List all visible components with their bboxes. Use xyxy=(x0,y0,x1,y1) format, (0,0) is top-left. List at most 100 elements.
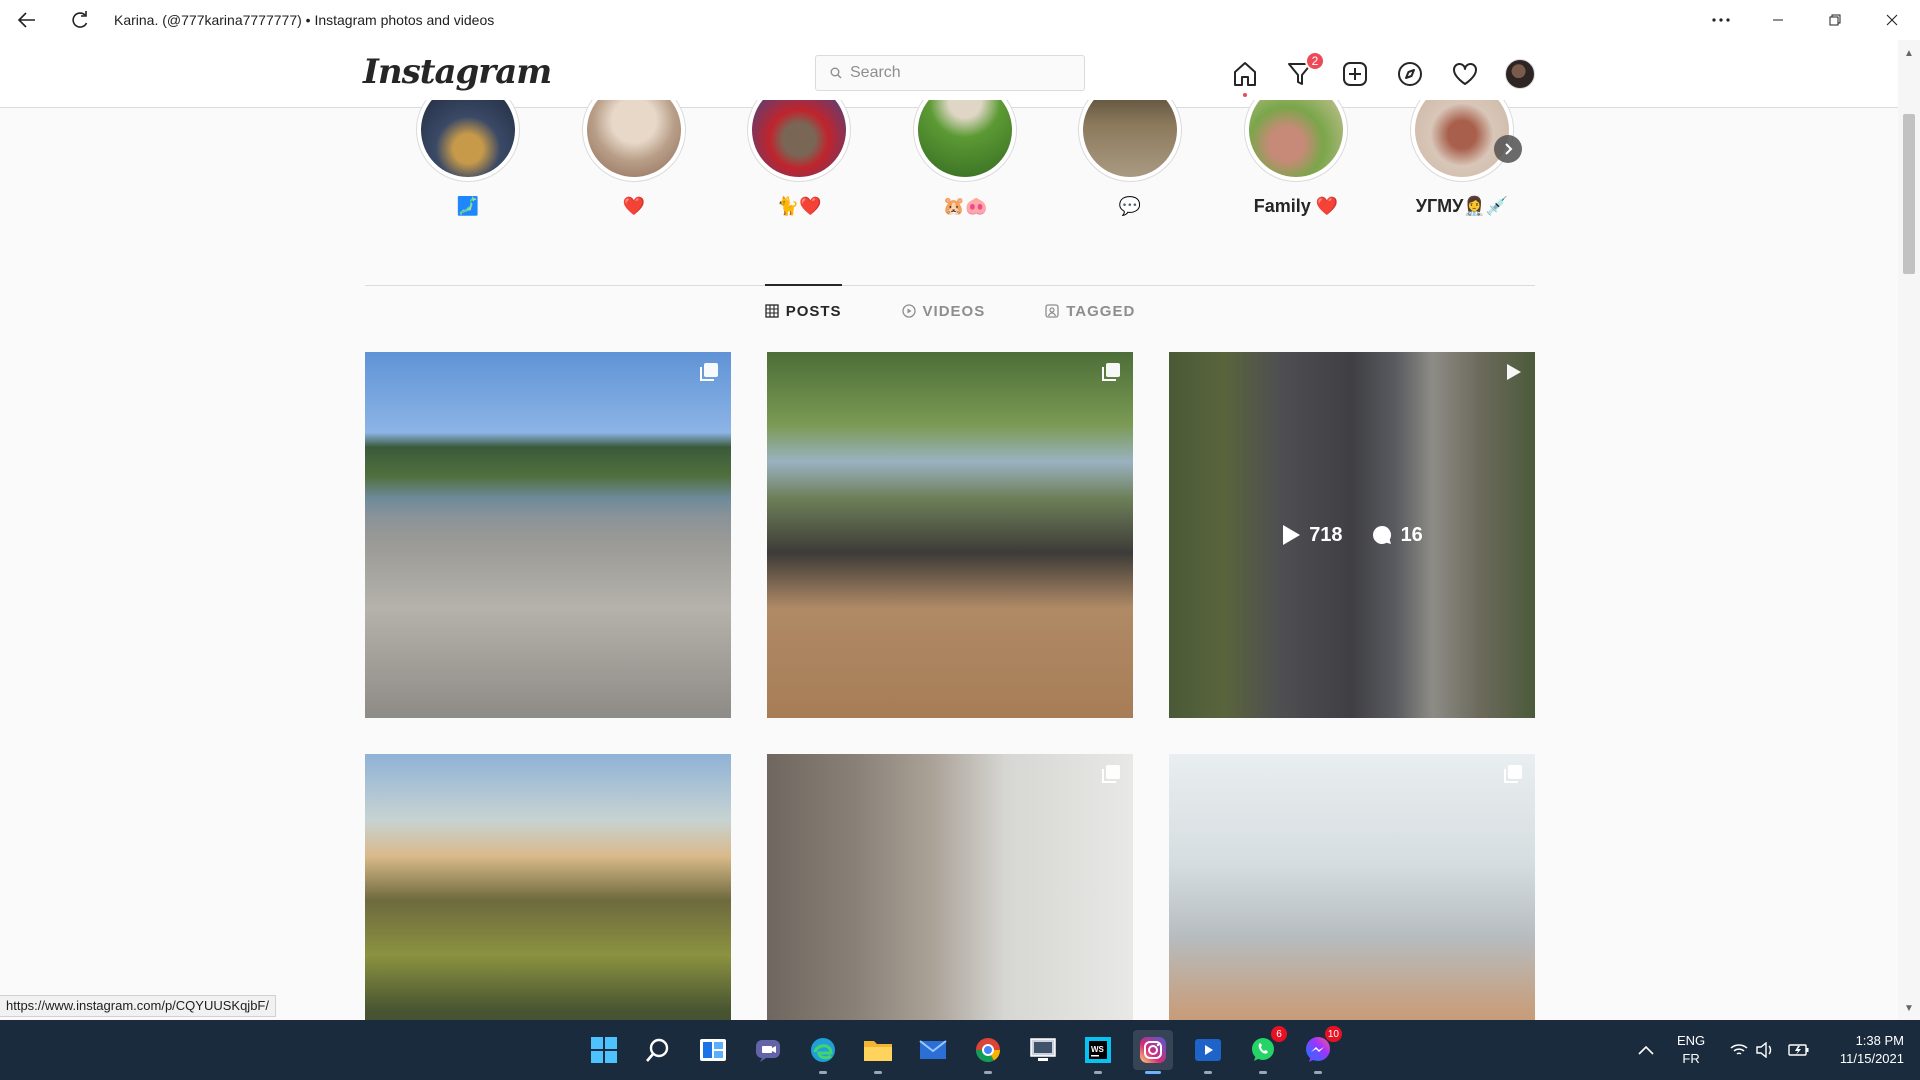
back-button[interactable] xyxy=(7,0,47,40)
post-hover-stats: 718 16 xyxy=(1169,352,1535,718)
chrome-button[interactable] xyxy=(968,1030,1008,1074)
running-indicator xyxy=(1094,1071,1102,1074)
explore-button[interactable] xyxy=(1393,57,1427,91)
search-box[interactable] xyxy=(815,55,1085,91)
highlight-item[interactable]: 🗾 xyxy=(398,100,520,230)
file-explorer-button[interactable] xyxy=(858,1030,898,1074)
taskbar-search-button[interactable] xyxy=(638,1030,678,1070)
post-tile[interactable] xyxy=(767,754,1133,1020)
views-stat: 718 xyxy=(1281,523,1343,547)
highlight-item[interactable]: ❤️ xyxy=(564,100,686,230)
highlight-cover xyxy=(1249,100,1343,177)
webstorm-button[interactable]: WS xyxy=(1078,1030,1118,1074)
post-tile[interactable] xyxy=(365,352,731,718)
post-tile[interactable]: 718 16 xyxy=(1169,352,1535,718)
svg-text:WS: WS xyxy=(1091,1045,1105,1054)
chevron-up-icon xyxy=(1638,1045,1654,1055)
instagram-taskbar-button[interactable] xyxy=(1133,1030,1173,1074)
highlight-item[interactable]: УГМУ👩‍⚕️💉 xyxy=(1392,100,1514,230)
highlight-label: 🐹🐽 xyxy=(942,196,988,216)
search-input[interactable] xyxy=(850,64,1070,82)
home-button[interactable] xyxy=(1228,57,1262,97)
refresh-button[interactable] xyxy=(60,0,100,40)
more-options-button[interactable] xyxy=(1692,0,1749,40)
tab-videos[interactable]: VIDEOS xyxy=(901,285,986,337)
messenger-badge: 10 xyxy=(1324,1026,1342,1042)
post-tile[interactable] xyxy=(767,352,1133,718)
clock-time: 1:38 PM xyxy=(1855,1033,1904,1048)
chrome-icon xyxy=(976,1038,1000,1063)
direct-messages-button[interactable]: 2 xyxy=(1283,51,1325,91)
highlight-cover xyxy=(421,100,515,177)
tab-videos-label: VIDEOS xyxy=(922,302,986,320)
tab-posts[interactable]: POSTS xyxy=(764,284,842,337)
edge-button[interactable] xyxy=(803,1030,843,1074)
carousel-icon xyxy=(700,363,718,381)
play-icon xyxy=(1283,525,1301,545)
mail-button[interactable] xyxy=(913,1030,953,1070)
clock[interactable]: 1:38 PM 11/15/2021 xyxy=(1826,1032,1904,1068)
post-image xyxy=(767,352,1133,718)
restore-button[interactable] xyxy=(1806,0,1863,40)
whatsapp-button[interactable]: 6 xyxy=(1243,1026,1287,1074)
instagram-logo[interactable]: Instagram xyxy=(363,52,552,92)
search-icon xyxy=(646,1038,669,1062)
grid-icon xyxy=(765,304,779,318)
more-icon xyxy=(1711,18,1730,22)
tag-person-icon xyxy=(1045,304,1059,318)
messenger-button[interactable]: 10 xyxy=(1298,1026,1342,1074)
widgets-button[interactable] xyxy=(693,1030,733,1070)
refresh-icon xyxy=(72,11,88,28)
start-icon xyxy=(591,1037,617,1063)
running-indicator xyxy=(1145,1071,1161,1074)
new-post-button[interactable] xyxy=(1338,57,1372,91)
running-indicator xyxy=(819,1071,827,1074)
heart-icon xyxy=(1453,63,1477,85)
chevron-right-icon xyxy=(1505,143,1513,155)
activity-button[interactable] xyxy=(1448,57,1482,91)
highlight-label: УГМУ👩‍⚕️💉 xyxy=(1415,196,1509,216)
avatar xyxy=(1505,59,1535,89)
comment-icon xyxy=(1372,525,1391,544)
mail-icon xyxy=(919,1040,947,1059)
minimize-button[interactable] xyxy=(1749,0,1806,40)
scroll-down-icon[interactable]: ▼ xyxy=(1904,1003,1914,1014)
highlight-item[interactable]: 💬 xyxy=(1060,100,1182,230)
wifi-icon xyxy=(1730,1044,1748,1055)
start-button[interactable] xyxy=(584,1030,624,1070)
comments-count: 16 xyxy=(1400,523,1423,546)
running-indicator xyxy=(1259,1071,1267,1074)
volume-button[interactable] xyxy=(1756,1020,1774,1080)
highlight-item[interactable]: 🐹🐽 xyxy=(895,100,1017,230)
scroll-up-icon[interactable]: ▲ xyxy=(1904,48,1914,59)
network-button[interactable] xyxy=(1730,1020,1748,1080)
clock-date: 11/15/2021 xyxy=(1839,1051,1904,1066)
highlight-label: 🗾 xyxy=(456,196,480,216)
minimize-icon xyxy=(1772,19,1783,21)
highlight-label: 💬 xyxy=(1118,196,1142,216)
input-language[interactable]: ENG FR xyxy=(1677,1032,1705,1068)
post-tile[interactable] xyxy=(1169,754,1535,1020)
show-hidden-icons-button[interactable] xyxy=(1638,1020,1654,1080)
teams-chat-button[interactable] xyxy=(748,1030,788,1070)
remote-desktop-button[interactable] xyxy=(1023,1030,1063,1070)
highlights-next-button[interactable] xyxy=(1494,135,1522,163)
views-count: 718 xyxy=(1309,523,1343,546)
taskbar: WS 6 10 ENG FR 1:38 PM 11/15/2021 xyxy=(0,1020,1920,1080)
story-highlights: 🗾 ❤️ 🐈❤️ 🐹🐽 💬 Family ❤️ УГМУ👩‍⚕️💉 xyxy=(398,100,1518,230)
tab-tagged[interactable]: TAGGED xyxy=(1045,285,1135,337)
post-tile[interactable] xyxy=(365,754,731,1020)
highlight-item[interactable]: 🐈❤️ xyxy=(729,100,851,230)
comments-stat: 16 xyxy=(1371,524,1423,547)
profile-button[interactable] xyxy=(1503,57,1537,91)
page-scrollbar[interactable]: ▲ ▼ xyxy=(1898,40,1920,1020)
scrollbar-thumb[interactable] xyxy=(1903,114,1915,274)
post-image xyxy=(767,754,1133,1020)
close-window-button[interactable] xyxy=(1863,0,1920,40)
battery-button[interactable] xyxy=(1788,1020,1810,1080)
media-player-button[interactable] xyxy=(1188,1030,1228,1074)
carousel-icon xyxy=(1504,765,1522,783)
highlight-cover xyxy=(918,100,1012,177)
remote-desktop-icon xyxy=(1030,1038,1056,1061)
highlight-item[interactable]: Family ❤️ xyxy=(1226,100,1348,230)
